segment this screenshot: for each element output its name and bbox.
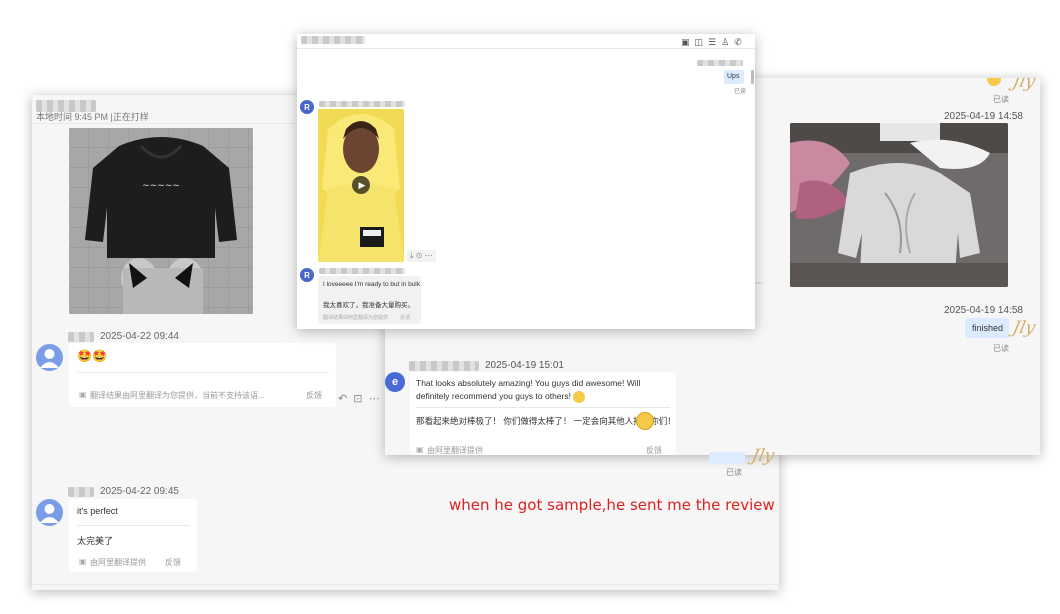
translate-icon-2: ▣ [79, 557, 87, 566]
logo-signature-3: Jly [749, 446, 776, 466]
ups-text: Ups [727, 73, 740, 80]
more-icon-3[interactable]: ⋯ [425, 251, 433, 260]
logo-signature-2: Jly [1010, 318, 1037, 338]
scrollbar[interactable] [751, 70, 754, 84]
phone-icon[interactable]: ✆ [734, 37, 747, 47]
right-message-date: 2025-04-19 15:01 [485, 360, 564, 371]
bulk-message-text: I loveeeee I'm ready to but in bulk [323, 281, 420, 288]
right-date-2: 2025-04-19 14:58 [944, 305, 1023, 316]
message-bubble-2[interactable]: it's perfect 太完美了 ▣ 由阿里翻译提供 反馈 [69, 499, 197, 572]
list-icon[interactable]: ☰ [708, 37, 721, 47]
sender-name-redacted-2 [68, 487, 94, 497]
message-actions-1: ↶ ⊡ ⋯ [338, 392, 380, 405]
hoodie-on-bed-photo[interactable] [790, 123, 1008, 287]
message-text-2: it's perfect [77, 506, 118, 516]
header-status: 本地时间 9:45 PM |正在打样 [36, 112, 149, 122]
translate-icon-3: ▣ [416, 445, 424, 454]
finished-text: finished [972, 323, 1004, 333]
svg-text:~~~~~: ~~~~~ [142, 181, 180, 191]
sender-avatar-e[interactable]: e [385, 372, 405, 392]
message-translation-2: 太完美了 [77, 536, 114, 546]
translation-note-4: 翻译结果由阿里翻译为您提供 [323, 315, 389, 321]
video-actions: ⤓ ⊙ ⋯ [407, 250, 436, 262]
smiley-icon [573, 390, 586, 403]
translation-note-3: 由阿里翻译提供 [427, 446, 483, 455]
message-emoji: 🤩🤩 [77, 349, 107, 363]
read-status-top: 已读 [993, 95, 1009, 104]
top-date-redacted [697, 60, 743, 66]
top-chat-window: ▣◫☰♙✆ Ups 已读 R ▶ ⤓ ⊙ ⋯ R I loveeeee I'm … [297, 34, 755, 329]
play-button[interactable]: ▶ [352, 176, 370, 194]
bulk-message-bubble[interactable]: I loveeeee I'm ready to but in bulk 我太喜欢… [318, 276, 421, 324]
translation-note-1: 翻译结果由阿里翻译为您提供，当前不支持该语... [90, 391, 265, 400]
read-status-top-panel: 已读 [734, 89, 747, 95]
download-icon-2[interactable]: ⤓ [410, 251, 414, 260]
review-annotation: when he got sample,he sent me the review [449, 496, 775, 514]
sender-date-redacted-2 [319, 268, 405, 274]
feedback-link-4[interactable]: 反馈 [400, 314, 410, 321]
smiley-icon-2 [636, 412, 654, 430]
message-date-1: 2025-04-22 09:44 [100, 331, 179, 342]
top-toolbar: ▣◫☰♙✆ [681, 37, 747, 48]
reply-icon[interactable]: ↶ [338, 393, 347, 405]
review-message-text: That looks absolutely amazing! You guys … [416, 377, 646, 403]
message-date-2: 2025-04-22 09:45 [100, 486, 179, 497]
right-date-1: 2025-04-19 14:58 [944, 111, 1023, 122]
sender-name-redacted-3 [409, 361, 479, 371]
sender-date-redacted [319, 101, 405, 107]
comment-icon[interactable]: ⊙ [416, 251, 423, 260]
more-icon-2[interactable]: ⋯ [755, 278, 764, 288]
ups-bubble[interactable]: Ups [724, 70, 744, 84]
review-message-string: That looks absolutely amazing! You guys … [416, 378, 641, 401]
read-status-3: 已读 [726, 468, 742, 477]
sender-name-redacted [68, 332, 94, 342]
review-message-bubble[interactable]: That looks absolutely amazing! You guys … [410, 372, 676, 455]
feedback-link-1[interactable]: 反馈 [306, 390, 322, 401]
message-bubble-1[interactable]: 🤩🤩 ▣ 翻译结果由阿里翻译为您提供，当前不支持该语... 反馈 [69, 343, 336, 407]
sender-avatar-r[interactable]: R [300, 100, 314, 114]
sender-avatar-r-2[interactable]: R [300, 268, 314, 282]
video-thumbnail[interactable]: ▶ [318, 109, 404, 262]
read-status-2: 已读 [993, 344, 1009, 353]
feedback-link-2[interactable]: 反馈 [165, 557, 181, 568]
translate-icon: ▣ [79, 390, 87, 399]
sender-avatar-2[interactable] [36, 499, 63, 526]
feedback-link-3[interactable]: 反馈 [646, 445, 662, 455]
finished-bubble[interactable]: finished [965, 318, 1009, 338]
more-icon[interactable]: ⋯ [369, 393, 380, 405]
bulk-message-translation: 我太喜欢了，我准备大量购买。 [323, 302, 414, 309]
logo-signature-1: Jly [1010, 78, 1037, 92]
translation-note-2: 由阿里翻译提供 [90, 558, 146, 567]
hoodie-photo[interactable]: ~~~~~ [69, 128, 253, 314]
file-icon[interactable]: ◫ [695, 37, 709, 47]
emoji-avatar-top [987, 78, 1001, 86]
user-icon[interactable]: ♙ [721, 37, 734, 47]
sender-avatar-1[interactable] [36, 344, 63, 371]
play-icon: ▶ [358, 179, 366, 190]
hoodie-on-bed-art [790, 123, 1008, 287]
partial-bubble [709, 452, 745, 464]
hoodie-photo-art: ~~~~~ [69, 128, 253, 314]
quote-icon[interactable]: ⊡ [353, 393, 362, 405]
top-header-redacted [301, 36, 365, 44]
video-icon[interactable]: ▣ [681, 37, 695, 47]
